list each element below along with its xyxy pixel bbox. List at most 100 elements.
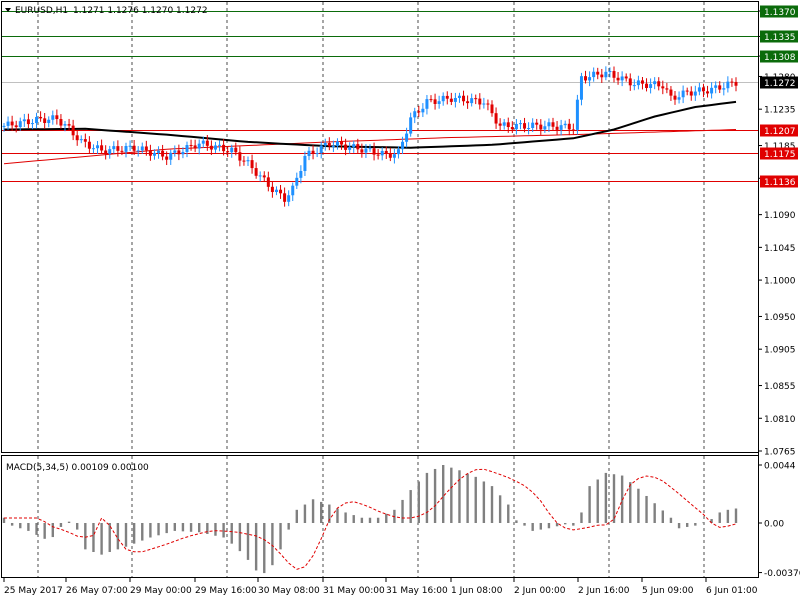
candle-body bbox=[303, 155, 307, 171]
candle-body bbox=[193, 145, 197, 149]
candle-body bbox=[396, 149, 400, 155]
candle-body bbox=[514, 123, 518, 130]
candle-body bbox=[83, 139, 87, 142]
macd-bar bbox=[10, 523, 14, 526]
macd-title: MACD(5,34,5) 0.00109 0.00100 bbox=[6, 463, 149, 473]
price-label: 1.1335 bbox=[764, 33, 796, 43]
candle-body bbox=[466, 101, 470, 104]
candle-body bbox=[510, 127, 514, 130]
candle-body bbox=[470, 98, 474, 104]
time-tick-label: 31 May 16:00 bbox=[386, 586, 448, 596]
macd-bar bbox=[612, 474, 616, 523]
candle-body bbox=[543, 126, 547, 130]
candle-body bbox=[449, 98, 453, 102]
candle-body bbox=[559, 125, 563, 130]
candle-body bbox=[584, 76, 588, 81]
candle-body bbox=[657, 81, 661, 87]
macd-bar bbox=[263, 523, 266, 574]
candle-body bbox=[75, 135, 79, 141]
candle-body bbox=[213, 145, 217, 150]
price-label: 1.1272 bbox=[764, 79, 796, 89]
macd-bar bbox=[287, 523, 290, 530]
time-tick-label: 2 Jun 16:00 bbox=[578, 586, 630, 596]
symbol-label: EURUSD,H1 bbox=[15, 6, 68, 16]
candle-body bbox=[315, 153, 319, 155]
candle-body bbox=[10, 121, 14, 126]
macd-bar bbox=[564, 523, 567, 525]
candle-body bbox=[474, 98, 478, 100]
macd-bar bbox=[677, 523, 681, 529]
candle-body bbox=[2, 125, 6, 127]
candle-body bbox=[531, 122, 535, 128]
macd-bar bbox=[580, 512, 583, 523]
price-tick-label: 1.0950 bbox=[764, 313, 796, 323]
macd-bar bbox=[507, 504, 510, 523]
macd-tick-label: -0.00376 bbox=[764, 569, 800, 579]
candle-body bbox=[494, 113, 498, 124]
candle-body bbox=[413, 111, 417, 118]
macd-bar bbox=[368, 517, 372, 523]
candle-body bbox=[295, 177, 299, 186]
candle-body bbox=[535, 122, 539, 125]
macd-bar bbox=[165, 523, 168, 534]
candle-body bbox=[230, 147, 234, 153]
candle-body bbox=[726, 81, 730, 89]
macd-bar bbox=[230, 523, 233, 544]
candle-body bbox=[100, 145, 104, 151]
candle-body bbox=[539, 124, 543, 130]
time-tick-label: 1 Jun 08:00 bbox=[451, 586, 503, 596]
price-line-labels: 1.1370 1.1335 1.1308 1.1272 1.1207 1.1175 1.11… bbox=[760, 5, 798, 188]
macd-bar bbox=[482, 481, 486, 523]
time-tick-label: 31 May 00:00 bbox=[323, 586, 385, 596]
candle-body bbox=[132, 145, 136, 151]
candle-body bbox=[262, 175, 266, 178]
candle-body bbox=[608, 71, 612, 73]
candle-body bbox=[270, 186, 274, 193]
macd-bar bbox=[76, 523, 79, 530]
macd-bar bbox=[669, 517, 673, 523]
candle-body bbox=[218, 144, 222, 146]
candle-body bbox=[665, 88, 669, 90]
macd-bar bbox=[466, 473, 469, 523]
candle-body bbox=[632, 85, 636, 87]
candle-body bbox=[575, 99, 579, 130]
candle-body bbox=[222, 144, 226, 152]
candle-body bbox=[79, 139, 83, 141]
candle-body bbox=[401, 141, 405, 150]
candle-body bbox=[120, 150, 124, 152]
candle-body bbox=[600, 74, 604, 78]
macd-bar bbox=[458, 470, 461, 523]
candle-body bbox=[91, 148, 95, 150]
macd-bar bbox=[629, 482, 632, 523]
candle-body bbox=[441, 95, 445, 102]
price-tick-label: 1.0855 bbox=[764, 382, 796, 392]
candle-body bbox=[169, 152, 173, 160]
candle-body bbox=[30, 123, 34, 125]
candle-body bbox=[246, 160, 250, 162]
macd-bar bbox=[686, 523, 689, 527]
macd-bar bbox=[19, 523, 22, 529]
macd-bar bbox=[279, 523, 282, 550]
candle-body bbox=[645, 83, 649, 88]
macd-axis-ticks: 0.0044 0.00 -0.00376 bbox=[758, 462, 800, 579]
candle-body bbox=[197, 143, 201, 149]
macd-bar bbox=[303, 504, 307, 523]
macd-bar bbox=[734, 508, 738, 523]
candle-body bbox=[344, 144, 348, 150]
candle-body bbox=[311, 150, 315, 154]
macd-bar bbox=[726, 509, 730, 523]
candle-body bbox=[291, 185, 295, 196]
candle-body bbox=[457, 95, 461, 98]
candle-body bbox=[104, 150, 108, 154]
macd-bar bbox=[92, 523, 95, 552]
candle-body bbox=[307, 150, 311, 156]
macd-bar bbox=[206, 523, 209, 534]
candle-body bbox=[340, 141, 344, 145]
macd-bar bbox=[490, 486, 494, 523]
macd-bar bbox=[198, 523, 201, 533]
macd-bar bbox=[35, 523, 38, 535]
macd-bar bbox=[51, 523, 54, 538]
time-tick-label: 2 Jun 00:00 bbox=[514, 586, 566, 596]
candle-body bbox=[640, 80, 644, 84]
candle-body bbox=[323, 142, 327, 146]
